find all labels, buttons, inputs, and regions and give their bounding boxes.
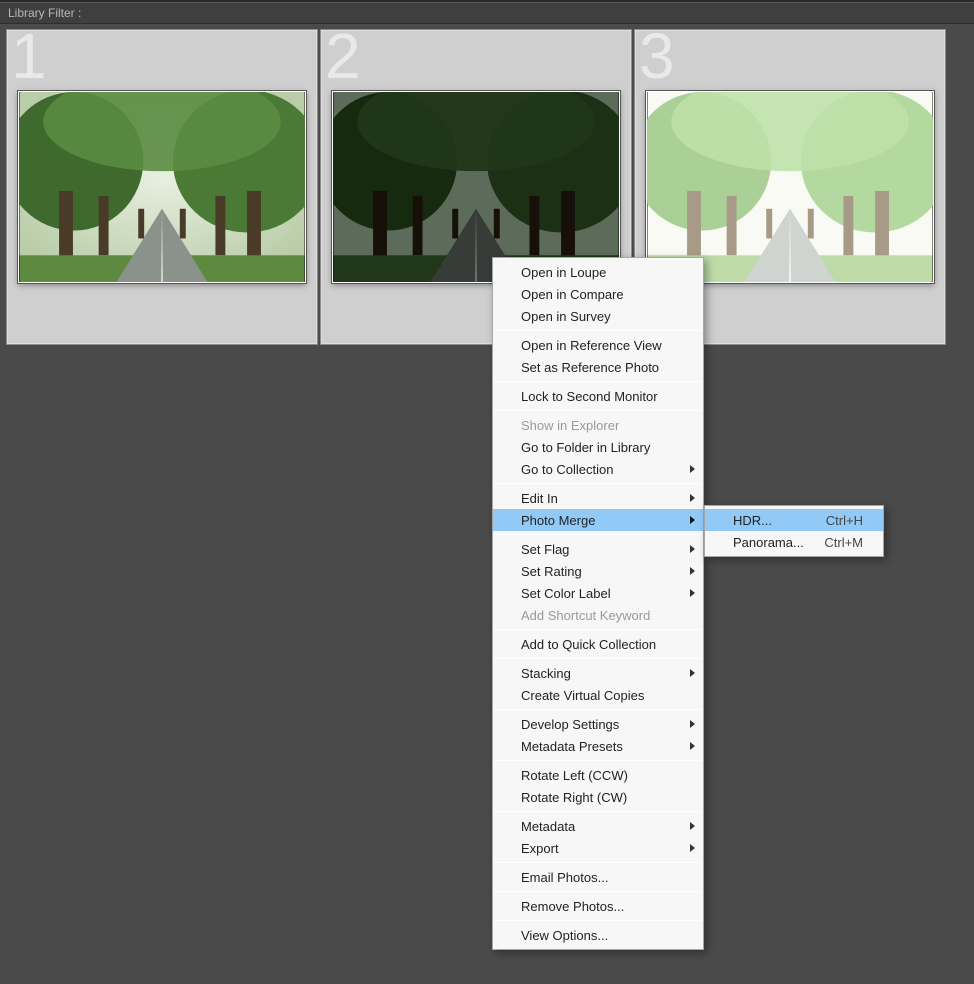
submenu-item-shortcut: Ctrl+M (824, 535, 863, 550)
grid-area: 1 (0, 24, 974, 982)
menu-item-label: Develop Settings (521, 717, 683, 732)
menu-item-label: Open in Reference View (521, 338, 683, 353)
menu-item-label: Open in Compare (521, 287, 683, 302)
menu-separator (494, 891, 702, 892)
menu-item-label: Go to Folder in Library (521, 440, 683, 455)
menu-item-set-color-label[interactable]: Set Color Label (493, 582, 703, 604)
menu-separator (494, 534, 702, 535)
menu-item-label: Open in Loupe (521, 265, 683, 280)
menu-item-label: Stacking (521, 666, 683, 681)
cell-index: 3 (639, 24, 675, 88)
menu-item-set-flag[interactable]: Set Flag (493, 538, 703, 560)
tree-road-photo-icon (19, 92, 305, 282)
submenu-item-label: Panorama... (733, 535, 808, 550)
menu-separator (494, 410, 702, 411)
menu-item-open-in-survey[interactable]: Open in Survey (493, 305, 703, 327)
menu-item-stacking[interactable]: Stacking (493, 662, 703, 684)
menu-item-label: View Options... (521, 928, 683, 943)
menu-item-label: Add to Quick Collection (521, 637, 683, 652)
menu-item-label: Set as Reference Photo (521, 360, 683, 375)
menu-item-label: Show in Explorer (521, 418, 683, 433)
library-filter-bar[interactable]: Library Filter : (0, 2, 974, 24)
app-root: Library Filter : 1 (0, 0, 974, 984)
menu-item-show-in-explorer: Show in Explorer (493, 414, 703, 436)
context-menu[interactable]: Open in Loupe Open in Compare Open in Surv… (492, 257, 704, 950)
menu-item-label: Rotate Right (CW) (521, 790, 683, 805)
menu-separator (494, 709, 702, 710)
menu-item-label: Go to Collection (521, 462, 683, 477)
menu-item-rotate-left-ccw[interactable]: Rotate Left (CCW) (493, 764, 703, 786)
menu-item-metadata[interactable]: Metadata (493, 815, 703, 837)
menu-item-add-to-quick-collection[interactable]: Add to Quick Collection (493, 633, 703, 655)
menu-item-label: Set Color Label (521, 586, 683, 601)
tree-road-photo-icon (647, 92, 933, 282)
menu-item-set-as-reference-photo[interactable]: Set as Reference Photo (493, 356, 703, 378)
menu-item-rotate-right-cw[interactable]: Rotate Right (CW) (493, 786, 703, 808)
menu-item-add-shortcut-keyword: Add Shortcut Keyword (493, 604, 703, 626)
menu-item-label: Remove Photos... (521, 899, 683, 914)
submenu-item-hdr[interactable]: HDR... Ctrl+H (705, 509, 883, 531)
menu-item-open-in-loupe[interactable]: Open in Loupe (493, 261, 703, 283)
menu-item-label: Email Photos... (521, 870, 683, 885)
cell-index: 1 (11, 24, 47, 88)
menu-separator (494, 483, 702, 484)
tree-road-photo-icon (333, 92, 619, 282)
menu-item-metadata-presets[interactable]: Metadata Presets (493, 735, 703, 757)
menu-item-label: Create Virtual Copies (521, 688, 683, 703)
menu-item-open-in-reference-view[interactable]: Open in Reference View (493, 334, 703, 356)
thumbnail-cell-1[interactable]: 1 (6, 29, 318, 345)
menu-item-view-options[interactable]: View Options... (493, 924, 703, 946)
cell-index: 2 (325, 24, 361, 88)
thumbnail-image[interactable] (646, 91, 934, 283)
menu-item-create-virtual-copies[interactable]: Create Virtual Copies (493, 684, 703, 706)
menu-item-label: Edit In (521, 491, 683, 506)
menu-item-label: Export (521, 841, 683, 856)
menu-separator (494, 760, 702, 761)
menu-item-label: Lock to Second Monitor (521, 389, 683, 404)
menu-item-open-in-compare[interactable]: Open in Compare (493, 283, 703, 305)
menu-separator (494, 658, 702, 659)
thumbnail-image[interactable] (332, 91, 620, 283)
thumbnail-row: 1 (6, 29, 974, 345)
menu-item-label: Open in Survey (521, 309, 683, 324)
menu-item-set-rating[interactable]: Set Rating (493, 560, 703, 582)
menu-item-export[interactable]: Export (493, 837, 703, 859)
thumbnail-image[interactable] (18, 91, 306, 283)
submenu-item-panorama[interactable]: Panorama... Ctrl+M (705, 531, 883, 553)
menu-item-label: Set Rating (521, 564, 683, 579)
menu-item-label: Metadata (521, 819, 683, 834)
menu-item-develop-settings[interactable]: Develop Settings (493, 713, 703, 735)
menu-item-email-photos[interactable]: Email Photos... (493, 866, 703, 888)
menu-item-label: Add Shortcut Keyword (521, 608, 683, 623)
menu-separator (494, 381, 702, 382)
menu-item-label: Rotate Left (CCW) (521, 768, 683, 783)
menu-item-remove-photos[interactable]: Remove Photos... (493, 895, 703, 917)
menu-item-label: Set Flag (521, 542, 683, 557)
menu-item-edit-in[interactable]: Edit In (493, 487, 703, 509)
menu-separator (494, 920, 702, 921)
menu-item-go-to-collection[interactable]: Go to Collection (493, 458, 703, 480)
submenu-item-label: HDR... (733, 513, 810, 528)
menu-item-label: Metadata Presets (521, 739, 683, 754)
menu-separator (494, 629, 702, 630)
menu-separator (494, 330, 702, 331)
library-filter-label: Library Filter : (8, 6, 81, 20)
submenu-item-shortcut: Ctrl+H (826, 513, 863, 528)
context-submenu-photo-merge[interactable]: HDR... Ctrl+H Panorama... Ctrl+M (704, 505, 884, 557)
menu-item-lock-to-second-monitor[interactable]: Lock to Second Monitor (493, 385, 703, 407)
menu-item-photo-merge[interactable]: Photo Merge (493, 509, 703, 531)
menu-item-go-to-folder-in-library[interactable]: Go to Folder in Library (493, 436, 703, 458)
menu-item-label: Photo Merge (521, 513, 683, 528)
menu-separator (494, 811, 702, 812)
menu-separator (494, 862, 702, 863)
